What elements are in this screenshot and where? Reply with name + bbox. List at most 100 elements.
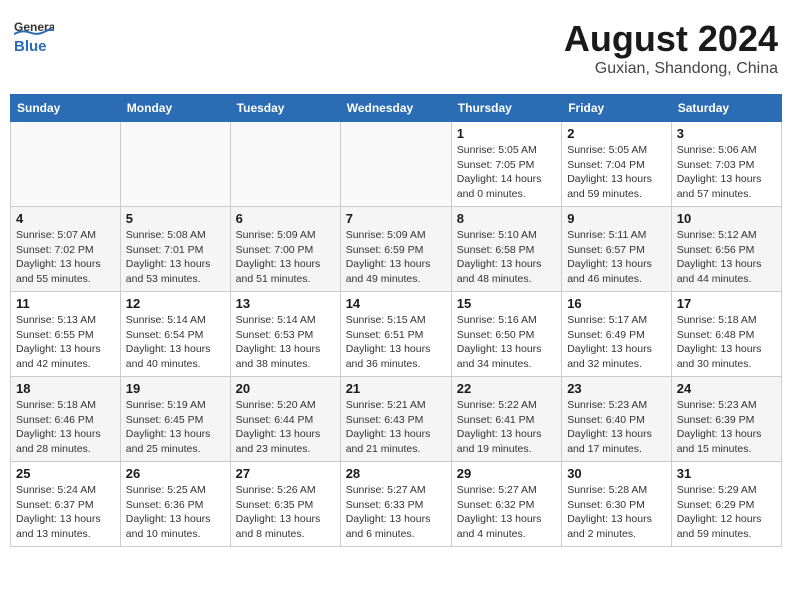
calendar-cell [11, 122, 121, 207]
day-number: 4 [16, 211, 115, 226]
calendar-cell [230, 122, 340, 207]
day-number: 21 [346, 381, 446, 396]
day-number: 29 [457, 466, 556, 481]
day-number: 30 [567, 466, 666, 481]
week-row-5: 25 Sunrise: 5:24 AM Sunset: 6:37 PM Dayli… [11, 462, 782, 547]
day-info: Sunrise: 5:18 AM Sunset: 6:46 PM Dayligh… [16, 398, 115, 457]
day-info: Sunrise: 5:25 AM Sunset: 6:36 PM Dayligh… [126, 483, 225, 542]
day-info: Sunrise: 5:29 AM Sunset: 6:29 PM Dayligh… [677, 483, 776, 542]
calendar-cell: 16Sunrise: 5:17 AM Sunset: 6:49 PM Dayli… [562, 292, 672, 377]
calendar-cell: 11 Sunrise: 5:13 AM Sunset: 6:55 PM Dayli… [11, 292, 121, 377]
calendar-cell: 17 Sunrise: 5:18 AM Sunset: 6:48 PM Dayli… [671, 292, 781, 377]
calendar-cell: 5 Sunrise: 5:08 AM Sunset: 7:01 PM Daylig… [120, 207, 230, 292]
calendar-cell: 25 Sunrise: 5:24 AM Sunset: 6:37 PM Dayli… [11, 462, 121, 547]
day-number: 2 [567, 126, 666, 141]
calendar-cell: 28Sunrise: 5:27 AM Sunset: 6:33 PM Dayli… [340, 462, 451, 547]
day-info: Sunrise: 5:13 AM Sunset: 6:55 PM Dayligh… [16, 313, 115, 372]
calendar-cell: 4 Sunrise: 5:07 AM Sunset: 7:02 PM Daylig… [11, 207, 121, 292]
day-info: Sunrise: 5:23 AM Sunset: 6:39 PM Dayligh… [677, 398, 776, 457]
day-number: 23 [567, 381, 666, 396]
calendar-cell: 27 Sunrise: 5:26 AM Sunset: 6:35 PM Dayli… [230, 462, 340, 547]
day-number: 11 [16, 296, 115, 311]
day-info: Sunrise: 5:26 AM Sunset: 6:35 PM Dayligh… [236, 483, 335, 542]
day-number: 25 [16, 466, 115, 481]
week-row-3: 11 Sunrise: 5:13 AM Sunset: 6:55 PM Dayli… [11, 292, 782, 377]
day-info: Sunrise: 5:22 AM Sunset: 6:41 PM Dayligh… [457, 398, 556, 457]
day-number: 5 [126, 211, 225, 226]
day-info: Sunrise: 5:07 AM Sunset: 7:02 PM Dayligh… [16, 228, 115, 287]
calendar-cell: 12Sunrise: 5:14 AM Sunset: 6:54 PM Dayli… [120, 292, 230, 377]
calendar-cell: 29 Sunrise: 5:27 AM Sunset: 6:32 PM Dayli… [451, 462, 561, 547]
day-number: 18 [16, 381, 115, 396]
weekday-header-sunday: Sunday [11, 95, 121, 122]
day-info: Sunrise: 5:05 AM Sunset: 7:04 PM Dayligh… [567, 143, 666, 202]
day-number: 28 [346, 466, 446, 481]
day-info: Sunrise: 5:05 AM Sunset: 7:05 PM Dayligh… [457, 143, 556, 202]
day-number: 7 [346, 211, 446, 226]
calendar-cell: 31 Sunrise: 5:29 AM Sunset: 6:29 PM Dayli… [671, 462, 781, 547]
day-info: Sunrise: 5:11 AM Sunset: 6:57 PM Dayligh… [567, 228, 666, 287]
calendar-table: SundayMondayTuesdayWednesdayThursdayFrid… [10, 94, 782, 547]
logo: General Blue [14, 18, 69, 61]
day-info: Sunrise: 5:24 AM Sunset: 6:37 PM Dayligh… [16, 483, 115, 542]
calendar-cell: 22 Sunrise: 5:22 AM Sunset: 6:41 PM Dayli… [451, 377, 561, 462]
weekday-header-thursday: Thursday [451, 95, 561, 122]
logo-blue-text: Blue [14, 36, 69, 56]
day-number: 10 [677, 211, 776, 226]
day-number: 6 [236, 211, 335, 226]
day-info: Sunrise: 5:19 AM Sunset: 6:45 PM Dayligh… [126, 398, 225, 457]
day-info: Sunrise: 5:27 AM Sunset: 6:32 PM Dayligh… [457, 483, 556, 542]
week-row-2: 4 Sunrise: 5:07 AM Sunset: 7:02 PM Daylig… [11, 207, 782, 292]
day-number: 24 [677, 381, 776, 396]
calendar-cell: 1 Sunrise: 5:05 AM Sunset: 7:05 PM Daylig… [451, 122, 561, 207]
week-row-1: 1 Sunrise: 5:05 AM Sunset: 7:05 PM Daylig… [11, 122, 782, 207]
calendar-cell: 14Sunrise: 5:15 AM Sunset: 6:51 PM Dayli… [340, 292, 451, 377]
calendar-cell: 15Sunrise: 5:16 AM Sunset: 6:50 PM Dayli… [451, 292, 561, 377]
day-number: 22 [457, 381, 556, 396]
calendar-cell: 8 Sunrise: 5:10 AM Sunset: 6:58 PM Daylig… [451, 207, 561, 292]
day-info: Sunrise: 5:23 AM Sunset: 6:40 PM Dayligh… [567, 398, 666, 457]
day-number: 26 [126, 466, 225, 481]
day-number: 1 [457, 126, 556, 141]
calendar-cell: 13 Sunrise: 5:14 AM Sunset: 6:53 PM Dayli… [230, 292, 340, 377]
day-number: 27 [236, 466, 335, 481]
calendar-cell [120, 122, 230, 207]
logo-icon: General [14, 18, 54, 36]
day-info: Sunrise: 5:14 AM Sunset: 6:53 PM Dayligh… [236, 313, 335, 372]
day-info: Sunrise: 5:18 AM Sunset: 6:48 PM Dayligh… [677, 313, 776, 372]
title-area: August 2024 Guxian, Shandong, China [564, 18, 778, 78]
day-number: 8 [457, 211, 556, 226]
day-number: 17 [677, 296, 776, 311]
calendar-cell: 26 Sunrise: 5:25 AM Sunset: 6:36 PM Dayli… [120, 462, 230, 547]
calendar-cell: 10 Sunrise: 5:12 AM Sunset: 6:56 PM Dayli… [671, 207, 781, 292]
day-number: 20 [236, 381, 335, 396]
day-number: 31 [677, 466, 776, 481]
weekday-header-monday: Monday [120, 95, 230, 122]
calendar-cell: 20 Sunrise: 5:20 AM Sunset: 6:44 PM Dayli… [230, 377, 340, 462]
day-number: 13 [236, 296, 335, 311]
location: Guxian, Shandong, China [564, 60, 778, 78]
day-number: 16 [567, 296, 666, 311]
weekday-header-friday: Friday [562, 95, 672, 122]
day-info: Sunrise: 5:10 AM Sunset: 6:58 PM Dayligh… [457, 228, 556, 287]
day-number: 15 [457, 296, 556, 311]
calendar-cell: 21 Sunrise: 5:21 AM Sunset: 6:43 PM Dayli… [340, 377, 451, 462]
day-info: Sunrise: 5:20 AM Sunset: 6:44 PM Dayligh… [236, 398, 335, 457]
calendar-cell: 7 Sunrise: 5:09 AM Sunset: 6:59 PM Daylig… [340, 207, 451, 292]
calendar-cell: 19 Sunrise: 5:19 AM Sunset: 6:45 PM Dayli… [120, 377, 230, 462]
day-info: Sunrise: 5:08 AM Sunset: 7:01 PM Dayligh… [126, 228, 225, 287]
day-number: 3 [677, 126, 776, 141]
month-title: August 2024 [564, 18, 778, 60]
day-info: Sunrise: 5:21 AM Sunset: 6:43 PM Dayligh… [346, 398, 446, 457]
calendar-cell: 6Sunrise: 5:09 AM Sunset: 7:00 PM Daylig… [230, 207, 340, 292]
calendar-cell: 18 Sunrise: 5:18 AM Sunset: 6:46 PM Dayli… [11, 377, 121, 462]
day-number: 19 [126, 381, 225, 396]
day-info: Sunrise: 5:28 AM Sunset: 6:30 PM Dayligh… [567, 483, 666, 542]
day-info: Sunrise: 5:09 AM Sunset: 6:59 PM Dayligh… [346, 228, 446, 287]
day-info: Sunrise: 5:12 AM Sunset: 6:56 PM Dayligh… [677, 228, 776, 287]
weekday-header-saturday: Saturday [671, 95, 781, 122]
weekday-header-tuesday: Tuesday [230, 95, 340, 122]
calendar-cell: 30 Sunrise: 5:28 AM Sunset: 6:30 PM Dayli… [562, 462, 672, 547]
calendar-cell: 2 Sunrise: 5:05 AM Sunset: 7:04 PM Daylig… [562, 122, 672, 207]
page-header: General Blue August 2024 Guxian, Shandon… [10, 10, 782, 86]
